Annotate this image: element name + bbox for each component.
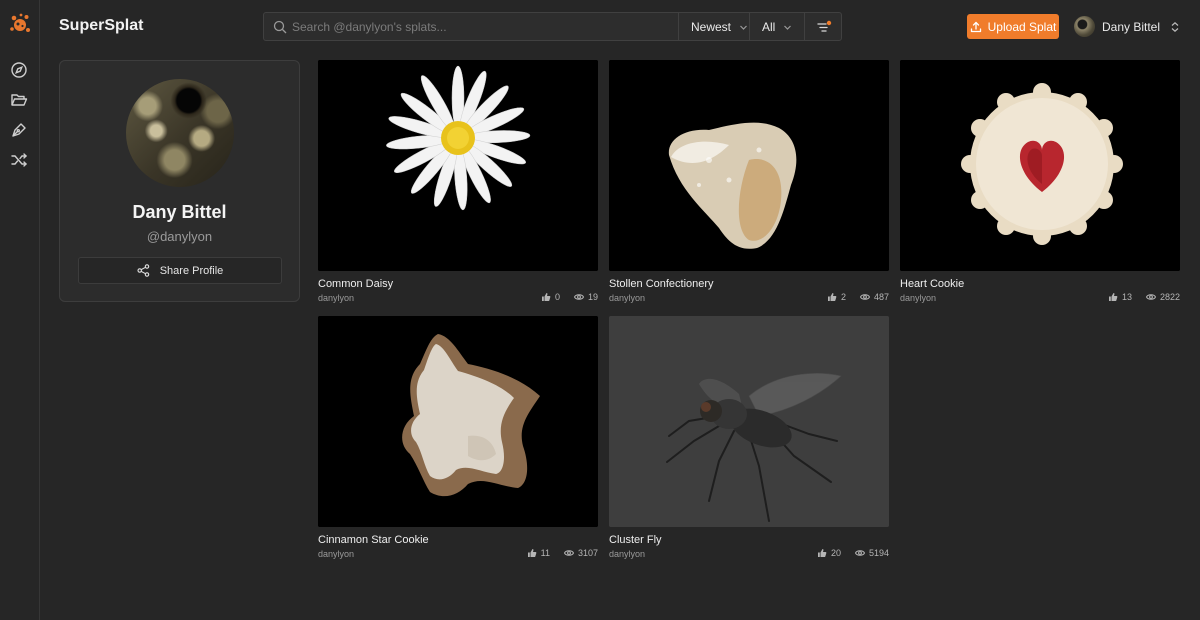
daisy-image — [318, 60, 598, 271]
splat-stats: 20 5194 — [817, 548, 889, 558]
splat-title[interactable]: Cluster Fly — [609, 534, 662, 546]
splat-title[interactable]: Cinnamon Star Cookie — [318, 534, 429, 546]
share-icon — [137, 264, 149, 277]
splat-card[interactable]: Stollen Confectionery danylyon 2 487 — [609, 60, 889, 310]
view-count: 487 — [873, 292, 889, 302]
splat-author[interactable]: danylyon — [609, 549, 645, 559]
app-title[interactable]: SuperSplat — [59, 17, 143, 35]
eye-icon — [854, 550, 865, 556]
like-count: 0 — [554, 292, 560, 302]
thumbs-up-icon — [541, 293, 551, 301]
splat-author[interactable]: danylyon — [900, 293, 936, 303]
thumbs-up-icon — [817, 549, 827, 557]
splat-thumbnail[interactable] — [318, 60, 598, 271]
search-bar: Newest All — [263, 12, 842, 41]
chevron-down-icon — [784, 25, 792, 30]
splat-stats: 13 2822 — [1108, 292, 1180, 302]
scope-dropdown[interactable]: All — [762, 20, 792, 34]
like-count: 13 — [1121, 292, 1132, 302]
thumbs-up-icon — [1108, 293, 1118, 301]
heart-cookie-image — [900, 60, 1180, 271]
splat-stats: 11 3107 — [527, 548, 598, 558]
splat-thumbnail[interactable] — [609, 316, 889, 527]
search-divider — [804, 13, 805, 40]
search-divider — [749, 13, 750, 40]
splat-author[interactable]: danylyon — [609, 293, 645, 303]
splat-thumbnail[interactable] — [318, 316, 598, 527]
user-menu[interactable]: Dany Bittel — [1074, 14, 1180, 39]
eye-icon — [573, 294, 584, 300]
splat-title[interactable]: Common Daisy — [318, 278, 393, 290]
view-count: 2822 — [1159, 292, 1180, 302]
eye-icon — [859, 294, 870, 300]
thumbs-up-icon — [827, 293, 837, 301]
splat-thumbnail[interactable] — [609, 60, 889, 271]
scope-dropdown-value: All — [762, 20, 776, 34]
splat-stats: 0 19 — [541, 292, 598, 302]
explore-compass-icon[interactable] — [10, 61, 28, 79]
splat-card[interactable]: Cinnamon Star Cookie danylyon 11 3107 — [318, 316, 598, 566]
pen-tool-icon[interactable] — [10, 121, 28, 139]
splat-thumbnail[interactable] — [900, 60, 1180, 271]
shuffle-icon[interactable] — [10, 151, 28, 169]
view-count: 19 — [587, 292, 598, 302]
stollen-image — [609, 60, 889, 271]
view-count: 5194 — [868, 548, 889, 558]
sort-dropdown-value: Newest — [691, 20, 732, 34]
chevron-down-icon — [740, 25, 747, 30]
cinnamon-star-image — [318, 316, 598, 527]
splat-card[interactable]: Common Daisy danylyon 0 19 — [318, 60, 598, 310]
eye-icon — [563, 550, 574, 556]
eye-icon — [1145, 294, 1156, 300]
profile-name: Dany Bittel — [132, 202, 227, 222]
supersplat-logo-icon[interactable] — [9, 12, 31, 36]
share-profile-button[interactable]: Share Profile — [78, 257, 282, 284]
splat-card[interactable]: Heart Cookie danylyon 13 2822 — [900, 60, 1180, 310]
profile-avatar — [126, 79, 234, 187]
cluster-fly-image — [609, 316, 889, 527]
sort-dropdown[interactable]: Newest — [691, 20, 748, 34]
splat-title[interactable]: Heart Cookie — [900, 278, 964, 290]
upload-splat-button[interactable]: Upload Splat — [967, 14, 1059, 39]
profile-card: Dany Bittel @danylyon Share Profile — [59, 60, 300, 302]
filter-button[interactable] — [816, 19, 832, 35]
view-count: 3107 — [577, 548, 598, 558]
like-count: 2 — [840, 292, 846, 302]
upload-icon — [970, 21, 981, 32]
filter-lines-icon — [817, 20, 832, 32]
avatar — [1074, 16, 1095, 37]
splat-author[interactable]: danylyon — [318, 293, 354, 303]
chevron-up-down-icon — [1171, 21, 1179, 32]
like-count: 20 — [830, 548, 841, 558]
search-input[interactable] — [292, 17, 672, 37]
splat-author[interactable]: danylyon — [318, 549, 354, 559]
splat-title[interactable]: Stollen Confectionery — [609, 278, 714, 290]
thumbs-up-icon — [527, 549, 536, 557]
user-menu-name: Dany Bittel — [1102, 19, 1161, 34]
splat-card[interactable]: Cluster Fly danylyon 20 5194 — [609, 316, 889, 566]
profile-handle: @danylyon — [146, 229, 213, 244]
search-divider — [678, 13, 679, 40]
folder-open-icon[interactable] — [10, 91, 28, 109]
share-profile-label: Share Profile — [159, 264, 224, 277]
like-count: 11 — [540, 548, 550, 558]
left-rail — [0, 0, 40, 620]
splat-stats: 2 487 — [827, 292, 889, 302]
upload-splat-label: Upload Splat — [987, 19, 1057, 34]
search-icon — [273, 20, 287, 34]
